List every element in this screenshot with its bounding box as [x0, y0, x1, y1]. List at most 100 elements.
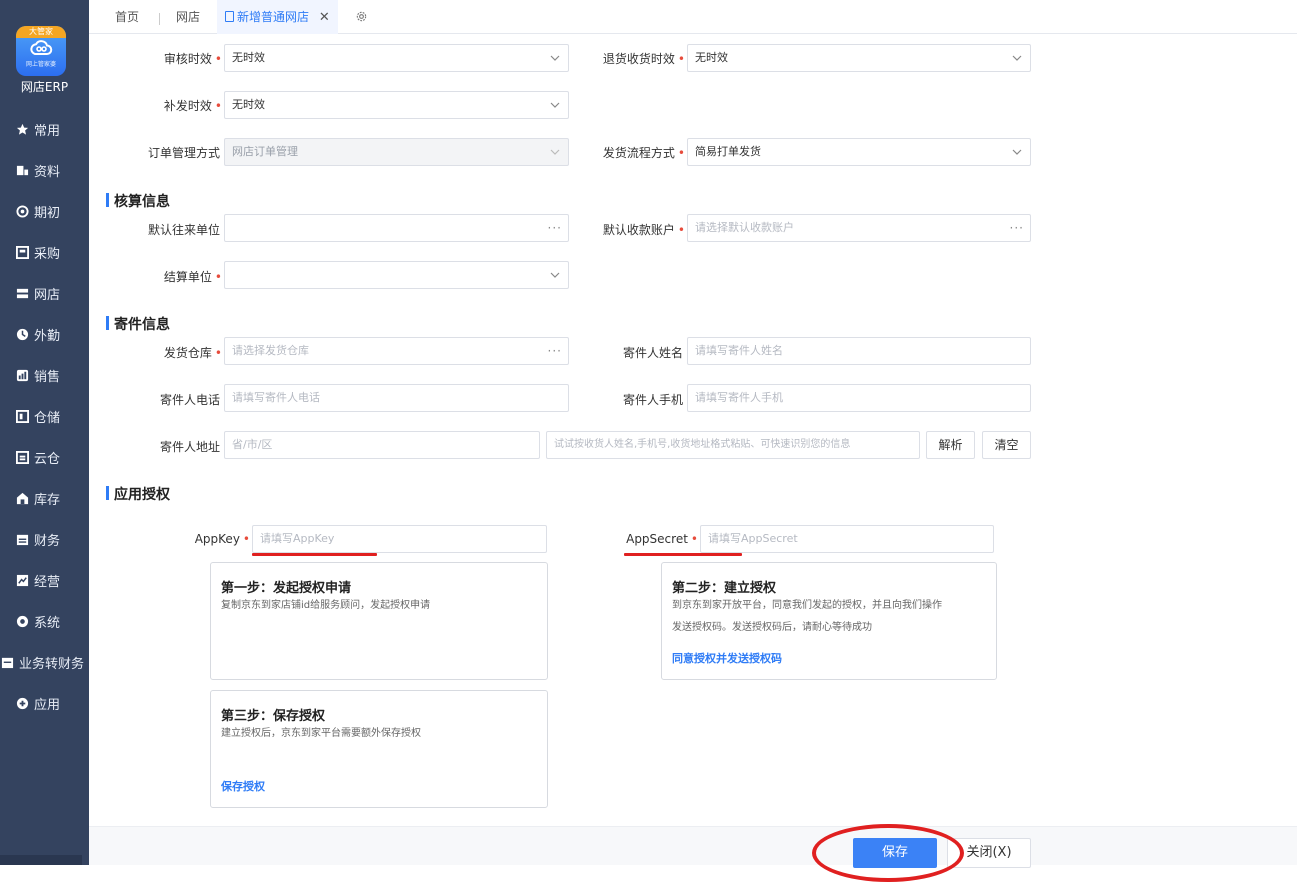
- logo-subtitle: 网上管家婆: [25, 61, 56, 68]
- footer-bar: [89, 826, 1297, 865]
- tab-new-store[interactable]: 新增普通网店 ✕: [217, 0, 338, 34]
- finance-icon: [15, 532, 29, 546]
- more-icon[interactable]: ···: [1010, 215, 1024, 241]
- ship-flow-label: 发货流程方式 •: [580, 144, 685, 161]
- tab-store[interactable]: 网店: [176, 0, 200, 34]
- business-icon: [15, 573, 29, 587]
- default-unit-picker[interactable]: ···: [224, 214, 569, 242]
- save-auth-link[interactable]: 保存授权: [221, 778, 265, 794]
- sidebar-item-transfer[interactable]: 业务转财务: [0, 647, 89, 677]
- close-icon[interactable]: ✕: [319, 10, 330, 25]
- sidebar-item-label: 常用: [34, 123, 61, 139]
- gear-icon[interactable]: [355, 0, 368, 34]
- tab-new-store-label: 新增普通网店: [237, 10, 310, 24]
- section-marker: [106, 316, 109, 330]
- shipping-section-title: 寄件信息: [114, 317, 170, 333]
- return-time-label: 退货收货时效 •: [580, 50, 685, 67]
- field-icon: [15, 327, 29, 341]
- audit-time-label-text: 审核时效: [163, 52, 212, 66]
- sidebar-item-business[interactable]: 经营: [0, 565, 89, 595]
- apps-icon: [15, 696, 29, 710]
- target-icon: [15, 204, 29, 218]
- appkey-input[interactable]: 请填写AppKey: [252, 525, 547, 553]
- default-account-picker[interactable]: 请选择默认收款账户 ···: [687, 214, 1031, 242]
- sidebar-item-sales[interactable]: 销售: [0, 360, 89, 390]
- chevron-down-icon: [1012, 149, 1022, 155]
- step3-card: 第三步：保存授权 建立授权后，京东到家平台需要额外保存授权 保存授权: [210, 690, 548, 808]
- star-icon: [15, 122, 29, 136]
- sidebar-item-common[interactable]: 常用: [0, 114, 89, 144]
- sidebar-item-label: 财务: [34, 533, 61, 549]
- sender-mobile-label: 寄件人手机: [622, 393, 683, 407]
- settlement-section-title: 核算信息: [114, 194, 170, 210]
- reissue-time-select[interactable]: 无时效: [224, 91, 569, 119]
- ship-flow-select[interactable]: 简易打单发货: [687, 138, 1031, 166]
- scrollbar[interactable]: [1291, 34, 1297, 826]
- sidebar-item-apps[interactable]: 应用: [0, 688, 89, 718]
- parse-button[interactable]: 解析: [926, 431, 975, 459]
- annotation-circle: [812, 824, 964, 882]
- sales-icon: [15, 368, 29, 382]
- step2-title: 第二步：建立授权: [672, 581, 777, 596]
- more-icon[interactable]: ···: [548, 338, 562, 364]
- settle-unit-label: 结算单位 •: [130, 268, 222, 285]
- sidebar: 大管家 网上管家婆 网店ERP 常用 资料 期初 采购 网店 外勤 销售 仓储: [0, 0, 89, 865]
- sender-mobile-input[interactable]: 请填写寄件人手机: [687, 384, 1031, 412]
- sidebar-item-label: 期初: [34, 205, 61, 221]
- app-name: 网店ERP: [20, 80, 69, 94]
- sidebar-item-cloud-warehouse[interactable]: 云仓: [0, 442, 89, 472]
- tab-home[interactable]: 首页: [115, 0, 139, 34]
- address-paste-input[interactable]: 试试按收货人姓名,手机号,收货地址格式粘贴、可快速识别您的信息: [546, 431, 920, 459]
- sidebar-item-purchase[interactable]: 采购: [0, 237, 89, 267]
- warehouse-placeholder: 请选择发货仓库: [232, 344, 309, 357]
- ship-flow-label-text: 发货流程方式: [602, 146, 675, 160]
- sidebar-item-data[interactable]: 资料: [0, 155, 89, 185]
- app-logo[interactable]: 大管家 网上管家婆: [16, 26, 66, 76]
- sidebar-item-label: 应用: [34, 697, 61, 713]
- sender-phone-input[interactable]: 请填写寄件人电话: [224, 384, 569, 412]
- sender-phone-label: 寄件人电话: [159, 393, 220, 407]
- sidebar-item-label: 采购: [34, 246, 61, 262]
- system-icon: [15, 614, 29, 628]
- required-mark: •: [214, 270, 222, 284]
- tab-bar: 首页 网店 新增普通网店 ✕: [89, 0, 1297, 34]
- return-time-select[interactable]: 无时效: [687, 44, 1031, 72]
- chevron-down-icon: [550, 102, 560, 108]
- appkey-label-text: AppKey: [194, 532, 240, 546]
- agree-send-code-link[interactable]: 同意授权并发送授权码: [672, 650, 782, 666]
- sidebar-item-finance[interactable]: 财务: [0, 524, 89, 554]
- warehouse-label: 发货仓库 •: [130, 344, 222, 361]
- section-marker: [106, 193, 109, 207]
- store-icon: [15, 286, 29, 300]
- sidebar-item-label: 云仓: [34, 451, 61, 467]
- storage-icon: [15, 409, 29, 423]
- sidebar-item-store[interactable]: 网店: [0, 278, 89, 308]
- sidebar-item-opening[interactable]: 期初: [0, 196, 89, 226]
- chevron-down-icon: [550, 149, 560, 155]
- step2-text-line1: 到京东到家开放平台，同意我们发起的授权，并且向我们操作: [672, 600, 942, 611]
- step2-text-line2: 发送授权码。发送授权码后，请耐心等待成功: [672, 622, 872, 633]
- chevron-down-icon: [1012, 55, 1022, 61]
- default-account-placeholder: 请选择默认收款账户: [695, 221, 794, 234]
- purchase-icon: [15, 245, 29, 259]
- warehouse-picker[interactable]: 请选择发货仓库 ···: [224, 337, 569, 365]
- appsecret-input[interactable]: 请填写AppSecret: [700, 525, 994, 553]
- region-picker[interactable]: 省/市/区: [224, 431, 540, 459]
- step1-title: 第一步：发起授权申请: [221, 581, 352, 596]
- sidebar-item-label: 资料: [34, 164, 61, 180]
- sidebar-item-field[interactable]: 外勤: [0, 319, 89, 349]
- more-icon[interactable]: ···: [548, 215, 562, 241]
- sidebar-item-label: 经营: [34, 574, 61, 590]
- audit-time-select[interactable]: 无时效: [224, 44, 569, 72]
- section-marker: [106, 486, 109, 500]
- tab-separator: [159, 13, 160, 25]
- sidebar-item-storage[interactable]: 仓储: [0, 401, 89, 431]
- sidebar-item-label: 业务转财务: [19, 656, 85, 672]
- settle-unit-select[interactable]: [224, 261, 569, 289]
- reissue-time-label: 补发时效 •: [130, 97, 222, 114]
- sender-name-input[interactable]: 请填写寄件人姓名: [687, 337, 1031, 365]
- sidebar-item-inventory[interactable]: 库存: [0, 483, 89, 513]
- sidebar-item-system[interactable]: 系统: [0, 606, 89, 636]
- settle-unit-label-text: 结算单位: [163, 270, 212, 284]
- clear-button[interactable]: 清空: [982, 431, 1031, 459]
